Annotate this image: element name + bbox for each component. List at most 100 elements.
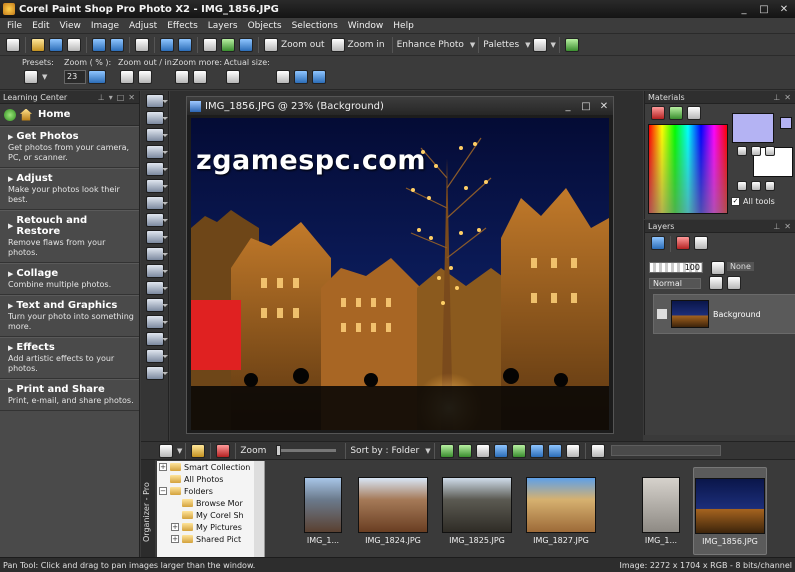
crop-tool-icon[interactable]	[146, 162, 168, 176]
fit-screen-icon[interactable]	[312, 70, 326, 84]
fit-window-icon[interactable]	[276, 70, 290, 84]
undo-icon[interactable]	[160, 37, 174, 52]
fill-tool-icon[interactable]	[146, 332, 168, 346]
save-as-icon[interactable]	[110, 37, 124, 52]
rotate-icon[interactable]	[547, 443, 562, 458]
thumbnail-item-selected[interactable]: IMG_1856.JPG	[693, 467, 767, 555]
enhance-photo-menu[interactable]: Enhance Photo	[397, 40, 464, 50]
expand-toggle-icon[interactable]: −	[159, 487, 167, 495]
pin-icon[interactable]: ⊥	[773, 222, 780, 231]
close-icon[interactable]: ✕	[784, 222, 791, 231]
folder-browse-icon[interactable]	[191, 443, 206, 458]
expand-toggle-icon[interactable]: +	[171, 523, 179, 531]
actual-size-icon[interactable]	[226, 70, 240, 84]
swap-icon[interactable]	[737, 181, 747, 191]
learning-item-adjust[interactable]: ▶ Adjust Make your photos look their best…	[0, 168, 139, 210]
chevron-down-icon[interactable]: ▼	[177, 447, 182, 455]
fit-image-icon[interactable]	[294, 70, 308, 84]
maximize-button[interactable]: □	[755, 2, 773, 16]
perspective-tool-icon[interactable]	[146, 196, 168, 210]
menu-help[interactable]: Help	[388, 21, 419, 31]
new-layer-icon[interactable]	[651, 236, 665, 250]
search-icon[interactable]	[590, 443, 605, 458]
info-icon[interactable]	[239, 37, 253, 52]
thumbnail-item[interactable]: IMG_1824.JPG	[356, 467, 430, 555]
pan-hand-icon[interactable]	[24, 70, 38, 84]
chevron-down-icon[interactable]: ▼	[42, 73, 47, 81]
learning-item-collage[interactable]: ▶ Collage Combine multiple photos.	[0, 263, 139, 295]
save-icon[interactable]	[92, 37, 106, 52]
frame-tab-icon[interactable]	[651, 106, 665, 120]
makeover-tool-icon[interactable]	[146, 247, 168, 261]
smudge-tool-icon[interactable]	[146, 315, 168, 329]
back-arrow-icon[interactable]	[4, 108, 16, 121]
all-tools-option[interactable]: ✓ All tools	[731, 197, 775, 206]
tree-item[interactable]: + Shared Pict	[157, 533, 264, 545]
zoom-in-button[interactable]: Zoom in	[348, 40, 385, 50]
close-icon[interactable]: ✕	[784, 93, 791, 102]
layer-row-background[interactable]: Background	[653, 294, 795, 334]
scan-icon[interactable]	[67, 37, 81, 52]
thumbnail-item[interactable]: IMG_1...	[286, 467, 360, 555]
text-tool-icon[interactable]	[146, 349, 168, 363]
menu-adjust[interactable]: Adjust	[124, 21, 162, 31]
pin-icon[interactable]: ⊥	[773, 93, 780, 102]
zoom-spinner-icon[interactable]	[88, 70, 106, 84]
lighten-tool-icon[interactable]	[146, 298, 168, 312]
zoom-in-icon[interactable]	[330, 37, 345, 52]
menu-selections[interactable]: Selections	[287, 21, 343, 31]
zoom-out-button[interactable]: Zoom out	[281, 40, 325, 50]
layer-visibility-icon[interactable]	[657, 309, 667, 319]
menu-window[interactable]: Window	[343, 21, 389, 31]
zoom-out-icon[interactable]	[120, 70, 134, 84]
blend-mode-select[interactable]: Normal	[649, 278, 701, 289]
chevron-down-icon[interactable]: ▼	[425, 447, 430, 455]
opacity-slider[interactable]: 100	[649, 262, 703, 273]
dropper-tool-icon[interactable]	[146, 145, 168, 159]
shape-tool-icon[interactable]	[146, 366, 168, 380]
zoom-slider[interactable]	[276, 445, 337, 456]
doc-maximize-button[interactable]: □	[577, 101, 595, 112]
eraser-tool-icon[interactable]	[146, 281, 168, 295]
gradient-style-icon[interactable]	[751, 146, 761, 156]
pick-tool-icon[interactable]	[146, 111, 168, 125]
thumbnail-item[interactable]: IMG_1827.JPG	[524, 467, 598, 555]
lock-icon[interactable]	[709, 276, 723, 290]
red-eye-tool-icon[interactable]	[146, 213, 168, 227]
zoom-percent-input[interactable]: 23	[64, 70, 86, 84]
menu-edit[interactable]: Edit	[27, 21, 54, 31]
doc-close-button[interactable]: ✕	[595, 101, 613, 112]
new-file-icon[interactable]	[6, 37, 20, 52]
learning-item-effects[interactable]: ▶ Effects Add artistic effects to your ph…	[0, 337, 139, 379]
tree-item[interactable]: All Photos	[157, 473, 264, 485]
doc-minimize-button[interactable]: _	[559, 101, 577, 112]
quick-fix-icon[interactable]	[457, 443, 472, 458]
link-icon[interactable]	[727, 276, 741, 290]
brush-icon[interactable]	[711, 261, 725, 275]
menu-objects[interactable]: Objects	[243, 21, 287, 31]
learning-item-text-graphics[interactable]: ▶ Text and Graphics Turn your photo into …	[0, 295, 139, 337]
pan-tool-icon[interactable]	[146, 94, 168, 108]
chevron-down-icon[interactable]: ▼	[551, 41, 556, 49]
chevron-down-icon[interactable]: ▼	[470, 41, 475, 49]
all-tools-checkbox[interactable]: ✓	[731, 197, 740, 206]
color-spectrum-picker[interactable]	[648, 124, 728, 214]
organizer-options-icon[interactable]	[159, 443, 173, 458]
redo-icon[interactable]	[178, 37, 192, 52]
menu-view[interactable]: View	[55, 21, 86, 31]
tree-item[interactable]: My Corel Sh	[157, 509, 264, 521]
open-folder-icon[interactable]	[31, 37, 45, 52]
learning-item-get-photos[interactable]: ▶ Get Photos Get photos from your camera,…	[0, 126, 139, 168]
blend-none-label[interactable]: None	[727, 262, 754, 271]
expand-toggle-icon[interactable]: +	[159, 463, 167, 471]
null-style-icon[interactable]	[765, 146, 775, 156]
search-input[interactable]	[610, 445, 721, 456]
zoom-out-icon[interactable]	[264, 37, 278, 52]
zoom-in-icon[interactable]	[138, 70, 152, 84]
tree-item[interactable]: Browse Mor	[157, 497, 264, 509]
texture-icon[interactable]	[751, 181, 761, 191]
home-label[interactable]: Home	[38, 109, 70, 120]
swatches-tab-icon[interactable]	[687, 106, 701, 120]
pin-icon[interactable]: ⊥	[98, 93, 105, 102]
tree-item[interactable]: − Folders	[157, 485, 264, 497]
